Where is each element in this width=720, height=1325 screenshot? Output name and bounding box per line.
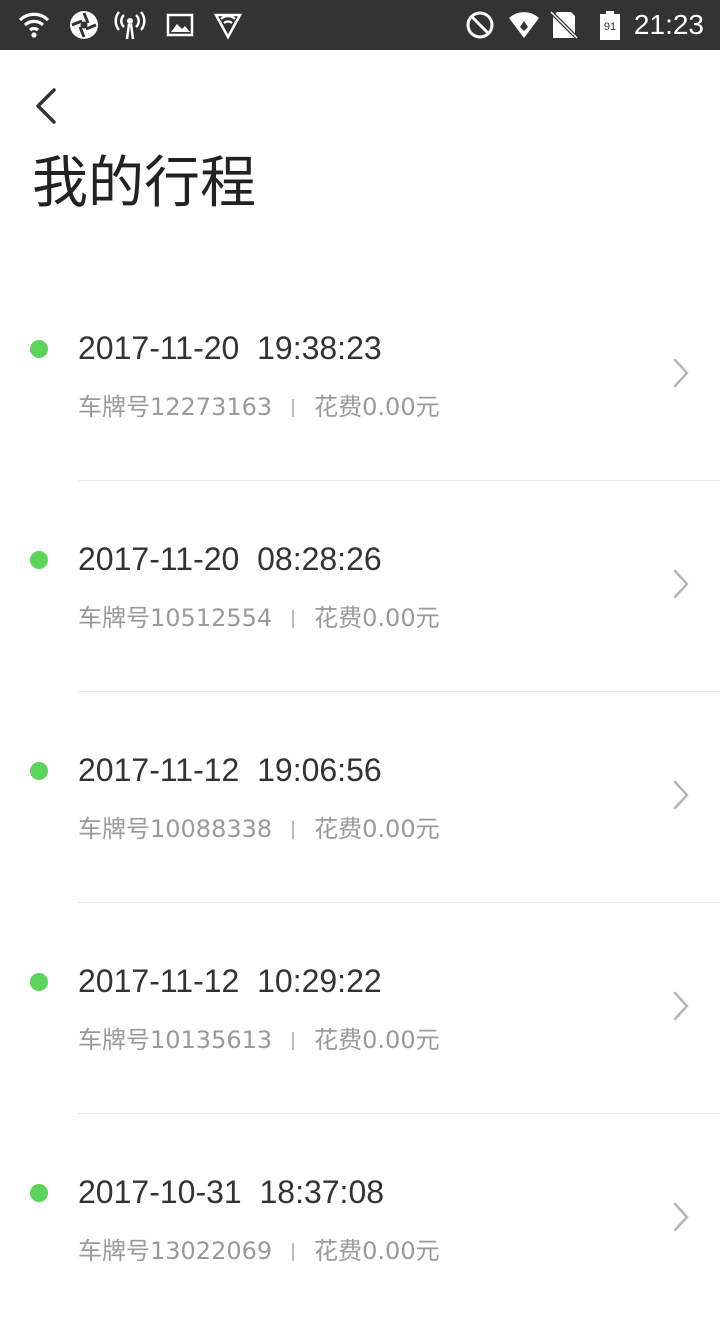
plate-number: 车牌号10512554	[78, 604, 273, 632]
trip-item[interactable]: 2017-11-20 19:38:23 车牌号12273163 花费0.00元	[0, 270, 720, 481]
battery-level: 91	[604, 21, 616, 33]
plate-number: 车牌号10088338	[78, 815, 273, 843]
do-not-disturb-icon	[466, 11, 494, 39]
separator	[292, 1032, 295, 1050]
status-dot	[30, 762, 48, 780]
trip-list: 2017-11-20 19:38:23 车牌号12273163 花费0.00元 2…	[0, 270, 720, 1280]
status-dot	[30, 340, 48, 358]
clock: 21:23	[633, 9, 704, 40]
chevron-right-icon	[673, 780, 689, 810]
image-icon	[166, 13, 194, 37]
chevron-right-icon	[673, 358, 689, 388]
trip-item[interactable]: 2017-11-12 10:29:22 车牌号10135613 花费0.00元	[0, 903, 720, 1114]
battery-icon: 91	[600, 11, 620, 40]
status-dot	[30, 973, 48, 991]
no-sim-icon	[549, 10, 579, 40]
plate-number: 车牌号13022069	[78, 1237, 273, 1265]
trip-cost: 花费0.00元	[314, 604, 440, 632]
trip-meta: 车牌号13022069 花费0.00元	[78, 1234, 440, 1268]
chevron-left-icon	[36, 88, 56, 124]
hotspot-icon	[114, 11, 146, 40]
chevron-right-icon	[673, 569, 689, 599]
back-button[interactable]	[28, 84, 68, 128]
signal-icon	[509, 12, 539, 38]
trip-item[interactable]: 2017-11-20 08:28:26 车牌号10512554 花费0.00元	[0, 481, 720, 692]
shield-icon	[213, 13, 243, 40]
status-dot	[30, 1184, 48, 1202]
trip-meta: 车牌号12273163 花费0.00元	[78, 390, 440, 424]
separator	[292, 610, 295, 628]
trip-cost: 花费0.00元	[314, 1026, 440, 1054]
trip-cost: 花费0.00元	[314, 393, 440, 421]
trip-datetime: 2017-11-20 19:38:23	[78, 330, 382, 366]
trip-cost: 花费0.00元	[314, 815, 440, 843]
status-bar: 91 21:23	[0, 0, 720, 50]
chevron-right-icon	[673, 1202, 689, 1232]
trip-datetime: 2017-11-20 08:28:26	[78, 541, 382, 577]
trip-item[interactable]: 2017-11-12 19:06:56 车牌号10088338 花费0.00元	[0, 692, 720, 903]
plate-number: 车牌号12273163	[78, 393, 273, 421]
status-dot	[30, 551, 48, 569]
trip-meta: 车牌号10135613 花费0.00元	[78, 1023, 440, 1057]
page-title: 我的行程	[32, 151, 256, 216]
separator	[292, 399, 295, 417]
trip-cost: 花费0.00元	[314, 1237, 440, 1265]
trip-datetime: 2017-11-12 19:06:56	[78, 752, 382, 788]
trip-item[interactable]: 2017-10-31 18:37:08 车牌号13022069 花费0.00元	[0, 1114, 720, 1325]
trip-datetime: 2017-11-12 10:29:22	[78, 963, 382, 999]
separator	[292, 1243, 295, 1261]
trip-datetime: 2017-10-31 18:37:08	[78, 1174, 385, 1210]
chevron-right-icon	[673, 991, 689, 1021]
plate-number: 车牌号10135613	[78, 1026, 273, 1054]
aperture-icon	[70, 11, 98, 39]
trip-meta: 车牌号10512554 花费0.00元	[78, 601, 440, 635]
trip-meta: 车牌号10088338 花费0.00元	[78, 812, 440, 846]
wifi-icon	[18, 12, 50, 38]
separator	[292, 821, 295, 839]
